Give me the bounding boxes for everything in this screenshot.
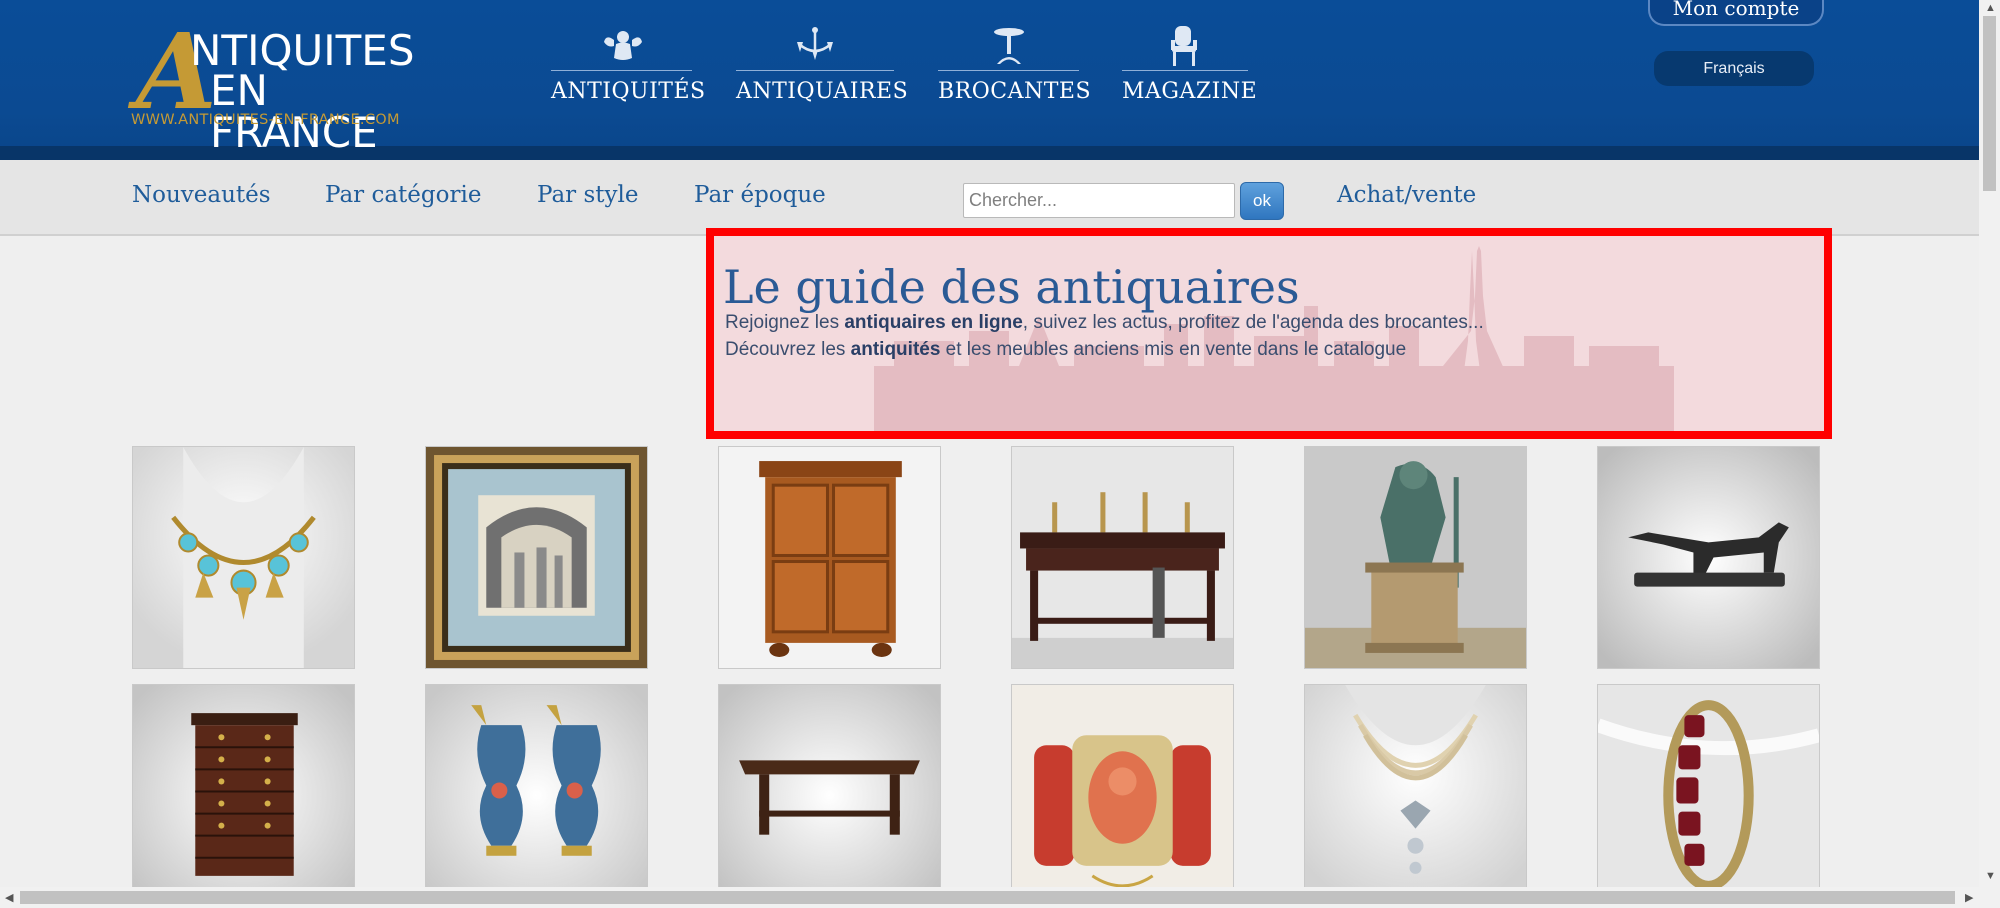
language-selector[interactable]: Français (1654, 51, 1814, 86)
hero-banner: Le guide des antiquaires Rejoignez les a… (706, 228, 1832, 439)
subnav-par-categorie[interactable]: Par catégorie (325, 182, 481, 208)
product-tile[interactable] (1304, 684, 1527, 907)
product-tile[interactable] (1304, 446, 1527, 669)
armchair-icon (1165, 24, 1205, 68)
subnav-par-style[interactable]: Par style (537, 182, 638, 208)
product-tile[interactable] (132, 446, 355, 669)
product-tile[interactable] (425, 446, 648, 669)
hero-title: Le guide des antiquaires (723, 260, 1300, 314)
product-image-framed-engraving (426, 447, 647, 668)
product-image-bronze-dog (1598, 447, 1819, 668)
product-tile[interactable] (1597, 684, 1820, 907)
subnav-par-epoque[interactable]: Par époque (694, 182, 826, 208)
product-image-bronze-statue (1305, 447, 1526, 668)
product-image-chest-of-drawers (133, 685, 354, 906)
hero-line-1: Rejoignez les antiquaires en ligne, suiv… (725, 312, 1484, 333)
hero-link-antiquites[interactable]: antiquités (851, 339, 941, 360)
nav-antiquaires[interactable]: ANTIQUAIRES (736, 24, 909, 108)
logo-url: WWW.ANTIQUITES-EN-FRANCE.COM (131, 112, 400, 128)
scroll-left-arrow-icon[interactable]: ◀ (5, 891, 13, 904)
hero-line-2: Découvrez les antiquités et les meubles … (725, 339, 1407, 360)
product-tile[interactable] (718, 446, 941, 669)
product-tile[interactable] (132, 684, 355, 907)
nav-antiquaires-label: ANTIQUAIRES (736, 79, 909, 104)
product-image-farm-table (719, 685, 940, 906)
product-tile[interactable] (1597, 446, 1820, 669)
cherub-icon (602, 24, 642, 68)
product-image-coral-bracelet (1012, 685, 1233, 906)
product-image-pearl-necklace (1305, 685, 1526, 906)
nav-brocantes[interactable]: BROCANTES (938, 24, 1092, 108)
product-tile[interactable] (1011, 684, 1234, 907)
chandelier-icon (795, 24, 835, 68)
search-ok-button[interactable]: ok (1240, 182, 1284, 220)
subnav-achat-vente[interactable]: Achat/vente (1337, 182, 1476, 208)
table-icon (989, 24, 1029, 68)
scroll-down-arrow-icon[interactable]: ▼ (1985, 870, 1996, 882)
scroll-up-arrow-icon[interactable]: ▲ (1985, 2, 1996, 14)
product-image-console (1012, 447, 1233, 668)
nav-antiquites[interactable]: ANTIQUITÉS (551, 24, 706, 108)
product-image-enamel-ewers (426, 685, 647, 906)
nav-magazine[interactable]: MAGAZINE (1122, 24, 1258, 108)
subnav-nouveautes[interactable]: Nouveautés (132, 182, 271, 208)
product-tile[interactable] (425, 684, 648, 907)
product-image-necklace (133, 447, 354, 668)
vertical-scrollbar-thumb[interactable] (1983, 16, 1996, 191)
nav-magazine-label: MAGAZINE (1122, 79, 1258, 104)
product-image-cabinet (719, 447, 940, 668)
account-button[interactable]: Mon compte (1648, 0, 1824, 26)
nav-brocantes-label: BROCANTES (938, 79, 1092, 104)
hero-link-antiquaires[interactable]: antiquaires en ligne (844, 312, 1022, 333)
nav-antiquites-label: ANTIQUITÉS (551, 79, 706, 104)
site-logo[interactable]: A NTIQUITES EN FRANCE WWW.ANTIQUITES-EN-… (130, 20, 440, 154)
search-input[interactable] (963, 183, 1235, 218)
horizontal-scrollbar-thumb[interactable] (20, 891, 1955, 904)
product-tile[interactable] (718, 684, 941, 907)
product-tile[interactable] (1011, 446, 1234, 669)
product-image-garnet-ring (1598, 685, 1819, 906)
scroll-right-arrow-icon[interactable]: ▶ (1965, 891, 1973, 904)
